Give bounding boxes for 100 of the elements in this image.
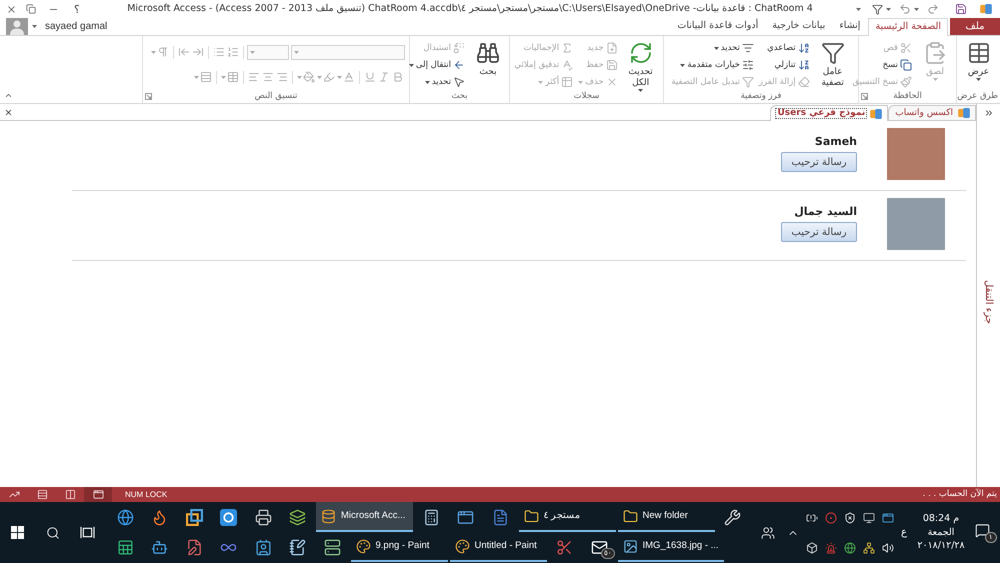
group-label: تنسيق النص (254, 92, 298, 101)
ribbon-tab[interactable]: الصفحة الرئيسية (868, 18, 948, 36)
caret-icon[interactable] (32, 25, 37, 28)
collapse-ribbon-icon[interactable] (4, 91, 13, 100)
ribbon-button[interactable]: تحديد (714, 40, 754, 56)
redo-icon[interactable] (927, 3, 939, 15)
input-language[interactable]: ع (897, 528, 911, 538)
help-button[interactable]: ؟ (74, 4, 80, 14)
eraser-icon (798, 76, 810, 88)
save-icon[interactable] (955, 3, 967, 15)
caret-icon (914, 8, 919, 10)
sort-za-icon (798, 59, 810, 71)
speaker-icon[interactable] (882, 542, 894, 554)
ribbon-button[interactable]: تصاعدي (767, 40, 810, 56)
ribbon-button[interactable]: عرض (960, 36, 996, 90)
document-tab[interactable]: نموذج فرعي Users (770, 105, 888, 121)
contact-card-icon[interactable] (254, 538, 272, 556)
file-pen-icon[interactable] (186, 538, 203, 556)
ribbon-button[interactable]: نسخ (882, 57, 912, 73)
clock-time: م 08:24 (922, 514, 960, 524)
siren-icon[interactable] (824, 542, 836, 554)
ribbon-tab[interactable]: أدوات قاعدة البيانات (671, 18, 764, 35)
document-icon[interactable] (492, 508, 509, 526)
taskbar-window-button[interactable]: مستجر ٤ (518, 502, 616, 532)
server-icon[interactable] (324, 538, 341, 556)
caret-icon (886, 8, 891, 10)
taskbar-window-button[interactable]: New folder (618, 502, 714, 532)
funnel-icon (820, 41, 845, 65)
layers-icon[interactable] (289, 508, 306, 526)
funnel-icon[interactable] (872, 4, 883, 14)
taskbar-window-button[interactable]: Microsoft Acc... (316, 502, 413, 532)
shield-x-icon[interactable] (844, 512, 856, 524)
ribbon-button[interactable]: بحث (470, 36, 506, 90)
envelope-icon[interactable] (590, 538, 608, 556)
printer-icon[interactable] (254, 508, 272, 526)
funnel-icon (742, 76, 754, 88)
notepad-icon[interactable] (289, 538, 306, 556)
calculator-icon[interactable] (422, 508, 440, 526)
caret-icon[interactable] (856, 8, 861, 10)
taskbar-window-button[interactable]: Untitled - Paint (450, 532, 546, 562)
caret-icon (250, 50, 255, 54)
ribbon-button[interactable]: عامل تصفية (814, 36, 851, 90)
box-icon[interactable] (806, 542, 818, 554)
window-icon[interactable] (457, 508, 474, 526)
replace-icon (453, 42, 465, 54)
document-tab[interactable]: اكسس واتساب (888, 105, 976, 120)
globe-icon[interactable] (844, 542, 856, 554)
expand-pane-icon[interactable] (984, 108, 994, 118)
ribbon-button[interactable]: انتقال إلى (408, 57, 465, 73)
dot-ring-icon[interactable] (824, 512, 836, 524)
notifications-icon[interactable] (974, 522, 990, 538)
trend-line-icon (8, 489, 20, 500)
account-name[interactable]: sayaed gamal (45, 22, 108, 32)
window-icon[interactable] (882, 512, 894, 524)
refresh-icon (628, 41, 653, 65)
scissors-icon[interactable] (556, 538, 574, 556)
group-label: سجلات (574, 92, 600, 101)
dialog-launcher-icon[interactable] (861, 93, 868, 100)
globe-icon[interactable] (116, 508, 134, 526)
photo-placeholder (887, 198, 945, 250)
ribbon-button[interactable]: تنازلي (774, 57, 810, 73)
restore-icon[interactable] (26, 4, 36, 14)
navigation-pane-label[interactable]: جزء التنقل (981, 280, 996, 325)
monitor-icon[interactable] (862, 512, 874, 524)
overlapping-squares-icon[interactable] (186, 508, 203, 526)
caret-icon (294, 50, 299, 54)
ribbon-tab[interactable]: بيانات خارجية (766, 18, 832, 35)
view-button[interactable] (84, 487, 112, 502)
clock-date: ٢٠١٨/١٢/٢٨ (917, 541, 965, 551)
frames-icon[interactable] (80, 526, 95, 539)
close-icon[interactable] (6, 4, 17, 14)
four-squares-icon[interactable] (11, 526, 24, 539)
spreadsheet-icon[interactable] (116, 538, 134, 556)
binoculars-icon (476, 41, 500, 65)
ribbon-button[interactable]: خيارات متقدمة (680, 57, 754, 73)
welcome-button[interactable]: رسالة ترحيب (781, 152, 857, 172)
paintbrush-icon (900, 76, 912, 88)
grid-icon (561, 76, 574, 88)
taskbar-window-button[interactable]: IMG_1638.jpg - ... (618, 532, 724, 562)
people-icon[interactable] (761, 526, 775, 540)
photo-placeholder (887, 128, 945, 180)
ribbon-tab[interactable]: إنشاء (833, 18, 866, 35)
close-icon[interactable] (4, 108, 13, 116)
welcome-button[interactable]: رسالة ترحيب (781, 222, 857, 242)
rows-icon (36, 489, 48, 500)
copy-icon (900, 59, 912, 71)
table-icon (966, 41, 990, 65)
user-name: Sameh (814, 135, 857, 149)
wrench-icon[interactable] (724, 508, 742, 526)
two-tiles-icon (870, 108, 882, 118)
ring-tile-icon[interactable] (220, 508, 238, 526)
ribbon-button[interactable]: تحديث الكل (622, 36, 659, 90)
taskbar-window-button[interactable]: 9.png - Paint (350, 532, 448, 562)
robot-icon[interactable] (151, 538, 168, 556)
search-icon[interactable] (46, 526, 60, 540)
battery-icon[interactable] (806, 512, 818, 524)
ribbon-button[interactable]: تحديد (424, 74, 465, 90)
undo-icon[interactable] (899, 3, 911, 15)
file-tab[interactable]: ملف (950, 18, 1000, 35)
network-icon[interactable] (862, 542, 874, 554)
